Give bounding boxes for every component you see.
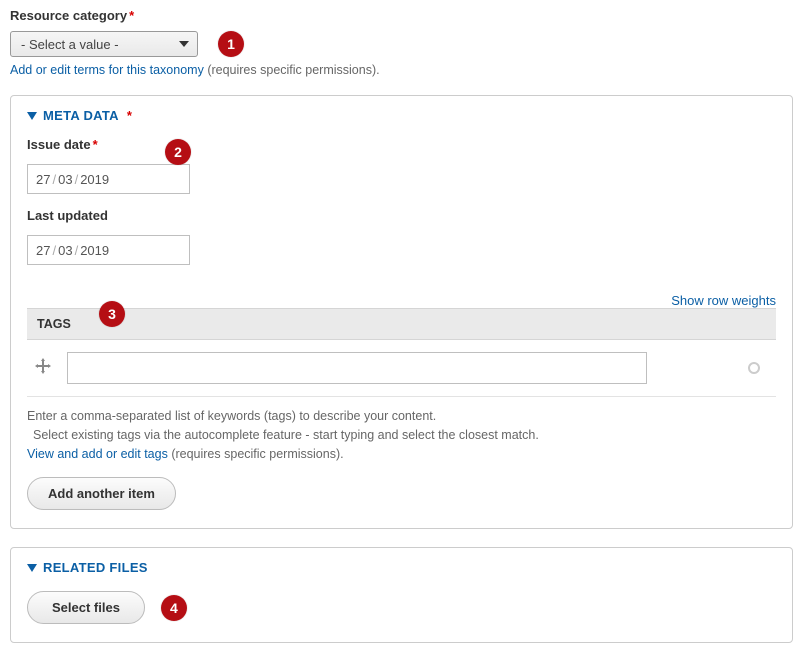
taxonomy-terms-link[interactable]: Add or edit terms for this taxonomy <box>10 63 204 77</box>
resource-category-select-value: - Select a value - <box>21 37 119 52</box>
disclosure-triangle-icon <box>27 564 37 572</box>
drag-handle-icon[interactable] <box>29 357 57 380</box>
issue-date-year: 2019 <box>80 172 109 187</box>
show-row-weights-row: Show row weights <box>27 293 776 308</box>
related-files-panel: RELATED FILES Select files 4 <box>10 547 793 643</box>
issue-date-field: Issue date* 2 27 / 03 / 2019 <box>27 137 776 194</box>
annotation-marker-4: 4 <box>161 595 187 621</box>
last-updated-field: Last updated 27 / 03 / 2019 <box>27 208 776 265</box>
resource-category-label: Resource category <box>10 8 127 23</box>
related-files-legend: RELATED FILES <box>43 560 148 575</box>
issue-date-label: Issue date <box>27 137 91 152</box>
tags-help-line2: Select existing tags via the autocomplet… <box>27 426 776 445</box>
taxonomy-permissions-hint: (requires specific permissions). <box>204 63 380 77</box>
date-separator: / <box>75 243 79 258</box>
required-indicator: * <box>129 8 134 23</box>
add-another-item-row: Add another item <box>27 477 776 510</box>
last-updated-year: 2019 <box>80 243 109 258</box>
tags-header-text: TAGS <box>37 317 71 331</box>
date-separator: / <box>52 172 56 187</box>
taxonomy-hint-row: Add or edit terms for this taxonomy (req… <box>10 63 793 77</box>
meta-data-legend: META DATA <box>43 108 119 123</box>
tags-help: Enter a comma-separated list of keywords… <box>27 407 776 463</box>
autocomplete-throbber-icon <box>748 362 760 374</box>
resource-category-select[interactable]: - Select a value - <box>10 31 198 57</box>
tags-input[interactable] <box>67 352 647 384</box>
issue-date-month: 03 <box>58 172 72 187</box>
annotation-marker-2: 2 <box>165 139 191 165</box>
resource-category-field: Resource category* - Select a value - 1 … <box>10 8 793 77</box>
tags-row <box>27 340 776 397</box>
show-row-weights-link[interactable]: Show row weights <box>671 293 776 308</box>
issue-date-input[interactable]: 27 / 03 / 2019 <box>27 164 190 194</box>
annotation-marker-1: 1 <box>218 31 244 57</box>
meta-data-toggle[interactable]: META DATA * <box>27 108 776 123</box>
issue-date-day: 27 <box>36 172 50 187</box>
required-indicator: * <box>127 108 132 123</box>
add-another-item-button[interactable]: Add another item <box>27 477 176 510</box>
caret-down-icon <box>179 41 189 47</box>
annotation-marker-3: 3 <box>99 301 125 327</box>
view-edit-tags-hint: (requires specific permissions). <box>168 447 344 461</box>
last-updated-month: 03 <box>58 243 72 258</box>
date-separator: / <box>52 243 56 258</box>
tags-help-line1: Enter a comma-separated list of keywords… <box>27 407 776 426</box>
tags-input-wrapper <box>67 352 770 384</box>
last-updated-label: Last updated <box>27 208 108 223</box>
view-edit-tags-link[interactable]: View and add or edit tags <box>27 447 168 461</box>
date-separator: / <box>75 172 79 187</box>
related-files-toggle[interactable]: RELATED FILES <box>27 560 776 575</box>
disclosure-triangle-icon <box>27 112 37 120</box>
tags-section-header: TAGS 3 <box>27 308 776 340</box>
select-files-button[interactable]: Select files <box>27 591 145 624</box>
last-updated-input[interactable]: 27 / 03 / 2019 <box>27 235 190 265</box>
required-indicator: * <box>93 137 98 152</box>
last-updated-day: 27 <box>36 243 50 258</box>
meta-data-panel: META DATA * Issue date* 2 27 / 03 / 2019… <box>10 95 793 529</box>
